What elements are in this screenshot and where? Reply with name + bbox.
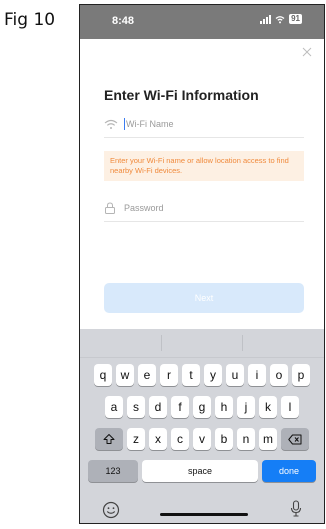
suggestion-bar bbox=[80, 329, 324, 358]
password-field[interactable]: Password bbox=[104, 195, 304, 222]
text-cursor bbox=[124, 118, 125, 130]
key-row-1: q w e r t y u i o p bbox=[80, 364, 324, 386]
space-key[interactable]: space bbox=[142, 460, 258, 482]
keyboard-bottom-bar bbox=[80, 499, 324, 523]
shift-icon bbox=[103, 434, 115, 444]
key-c[interactable]: c bbox=[171, 428, 189, 450]
key-z[interactable]: z bbox=[127, 428, 145, 450]
key-v[interactable]: v bbox=[193, 428, 211, 450]
wifi-status-icon bbox=[275, 15, 285, 23]
key-row-3: z x c v b n m bbox=[80, 428, 324, 450]
location-notice: Enter your Wi-Fi name or allow location … bbox=[104, 151, 304, 181]
key-s[interactable]: s bbox=[127, 396, 145, 418]
key-x[interactable]: x bbox=[149, 428, 167, 450]
key-y[interactable]: y bbox=[204, 364, 222, 386]
key-m[interactable]: m bbox=[259, 428, 277, 450]
key-p[interactable]: p bbox=[292, 364, 310, 386]
key-k[interactable]: k bbox=[259, 396, 277, 418]
key-e[interactable]: e bbox=[138, 364, 156, 386]
shift-key[interactable] bbox=[95, 428, 123, 450]
key-a[interactable]: a bbox=[105, 396, 123, 418]
battery-indicator: 91 bbox=[289, 14, 302, 24]
key-row-2: a s d f g h j k l bbox=[80, 396, 324, 418]
done-key[interactable]: done bbox=[262, 460, 316, 482]
key-b[interactable]: b bbox=[215, 428, 233, 450]
key-row-4: 123 space done bbox=[80, 460, 324, 482]
status-bar: 8:48 91 bbox=[80, 5, 324, 39]
key-u[interactable]: u bbox=[226, 364, 244, 386]
key-l[interactable]: l bbox=[281, 396, 299, 418]
figure-label: Fig 10 bbox=[4, 10, 56, 30]
key-i[interactable]: i bbox=[248, 364, 266, 386]
signal-icon bbox=[260, 14, 272, 24]
home-indicator bbox=[160, 513, 248, 516]
backspace-icon bbox=[288, 434, 302, 444]
key-q[interactable]: q bbox=[94, 364, 112, 386]
next-button[interactable]: Next bbox=[104, 283, 304, 313]
status-icons: 91 bbox=[260, 14, 302, 24]
key-n[interactable]: n bbox=[237, 428, 255, 450]
wifi-name-field[interactable]: Wi-Fi Name bbox=[104, 111, 304, 138]
key-h[interactable]: h bbox=[215, 396, 233, 418]
suggestion-slot[interactable] bbox=[162, 335, 244, 351]
microphone-icon[interactable] bbox=[290, 500, 302, 518]
wifi-info-sheet: Enter Wi-Fi Information Wi-Fi Name Enter… bbox=[80, 39, 324, 329]
key-j[interactable]: j bbox=[237, 396, 255, 418]
key-g[interactable]: g bbox=[193, 396, 211, 418]
password-placeholder: Password bbox=[124, 203, 164, 213]
wifi-name-placeholder: Wi-Fi Name bbox=[126, 119, 174, 129]
key-w[interactable]: w bbox=[116, 364, 134, 386]
key-o[interactable]: o bbox=[270, 364, 288, 386]
numbers-key[interactable]: 123 bbox=[88, 460, 138, 482]
emoji-icon[interactable] bbox=[102, 501, 120, 519]
status-time: 8:48 bbox=[112, 15, 135, 27]
close-icon[interactable] bbox=[302, 47, 312, 57]
key-t[interactable]: t bbox=[182, 364, 200, 386]
key-d[interactable]: d bbox=[149, 396, 167, 418]
backspace-key[interactable] bbox=[281, 428, 309, 450]
wifi-icon bbox=[104, 119, 118, 129]
suggestion-slot[interactable] bbox=[80, 335, 162, 351]
keyboard: q w e r t y u i o p a s d f g h j k l z … bbox=[80, 329, 324, 523]
key-r[interactable]: r bbox=[160, 364, 178, 386]
suggestion-slot[interactable] bbox=[243, 335, 324, 351]
key-f[interactable]: f bbox=[171, 396, 189, 418]
page-title: Enter Wi-Fi Information bbox=[104, 87, 259, 103]
lock-icon bbox=[105, 202, 115, 214]
phone-screenshot: 8:48 91 Enter Wi-Fi Information Wi-Fi Na… bbox=[79, 4, 325, 524]
